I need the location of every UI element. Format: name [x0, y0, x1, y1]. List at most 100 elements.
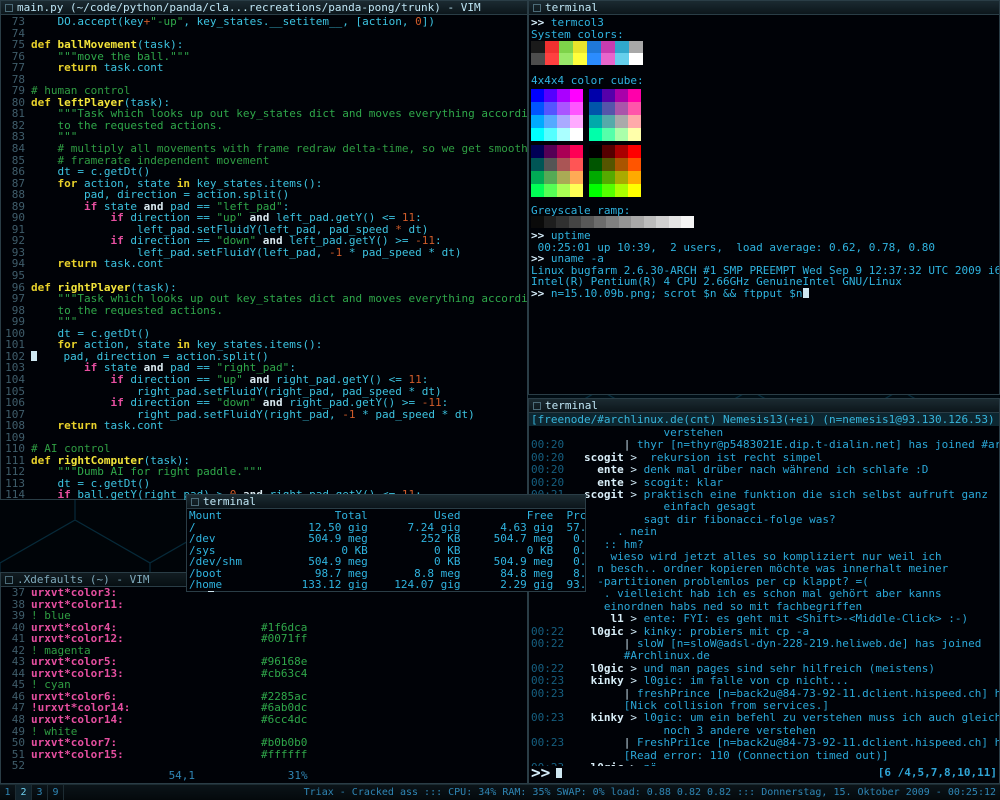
irc-timestamp	[531, 749, 571, 762]
df-rows: / 12.50 gig 7.24 gig 4.63 gig 57.9%/dev …	[189, 521, 585, 592]
window-titlebar-terminal-colors[interactable]: terminal	[529, 1, 999, 15]
vim-line-number: 41	[11, 632, 25, 646]
irc-message-text: kinky: probiers mit cp -a	[636, 624, 810, 638]
color-cube-bottom-row	[531, 144, 997, 197]
window-terminal-df[interactable]: terminal Mount Total Used Free Prcnt / 1…	[186, 494, 586, 592]
cube-cell	[602, 183, 615, 197]
window-title-text: terminal	[203, 495, 256, 508]
cube-cell	[544, 88, 557, 102]
system-colors-row-normal	[531, 41, 997, 54]
grey-step-10	[656, 216, 669, 229]
system-color-normal-2	[559, 41, 573, 54]
irc-timestamp: 00:22	[531, 636, 571, 650]
cube-cell	[602, 114, 615, 128]
cube-cell	[531, 88, 544, 102]
vim-token: DO.accept(key	[31, 15, 144, 28]
grey-step-2	[556, 216, 569, 229]
vim-line: 94 return task.cont	[3, 258, 525, 270]
cube-cell	[589, 88, 602, 102]
cube-cell	[531, 101, 544, 115]
irc-nick: l0gic	[570, 661, 624, 675]
vim-line-number: 75	[11, 38, 25, 52]
irc-timestamp: 00:23	[531, 686, 571, 700]
irc-timestamp: 00:20	[531, 475, 571, 489]
vim-token: return	[31, 257, 98, 271]
cube-cell	[570, 101, 583, 115]
cube-cell	[615, 170, 628, 184]
cube-cell	[570, 88, 583, 102]
window-titlebar-terminal-df[interactable]: terminal	[187, 495, 585, 509]
cube-cell	[570, 114, 583, 128]
irc-statusbar: [6 /4,5,7,8,10,11]	[877, 766, 997, 779]
window-icon	[5, 575, 13, 584]
xdefaults-line: 44 urxvt*color13: #cb63c4	[3, 668, 525, 680]
irc-separator: |	[570, 736, 631, 750]
irc-nick: scogit	[570, 450, 624, 464]
vim-xdefaults-buffer[interactable]: 37 urxvt*color3: 38 urxvt*color11: 39! blue 4…	[1, 587, 527, 769]
vim-line: 108 return task.cont	[3, 420, 525, 432]
window-title-text: main.py (~/code/python/panda/cla...recre…	[17, 1, 481, 14]
window-terminal-colors[interactable]: terminal >> termcol3 System colors: 4x4x…	[528, 0, 1000, 395]
grey-step-4	[581, 216, 594, 229]
cube-cell	[557, 144, 570, 158]
irc-message-text: FreshPri1ce [n=back2u@84-73-92-11.dclien…	[636, 736, 999, 750]
xdefaults-key: urxvt*color14:	[31, 713, 124, 727]
grey-step-3	[568, 216, 581, 229]
xdefaults-key: urxvt*color12:	[31, 632, 124, 646]
xdefaults-value: #ffffff	[261, 747, 308, 761]
cube-cell	[570, 183, 583, 197]
window-vim-main[interactable]: main.py (~/code/python/panda/cla...recre…	[0, 0, 528, 500]
vim-line-number: 108	[5, 419, 25, 433]
xdefaults-line: 52	[3, 760, 525, 769]
irc-message-text: scogit: klar	[636, 475, 724, 489]
system-color-bright-3	[573, 53, 587, 66]
system-color-normal-1	[545, 41, 559, 54]
vim-main-buffer[interactable]: 73 DO.accept(key+"-up", key_states.__set…	[1, 15, 527, 500]
grey-step-7	[618, 216, 631, 229]
vim-token: "-up"	[150, 15, 184, 28]
irc-separator: >	[623, 475, 637, 489]
irc-separator: >	[623, 711, 637, 725]
cube-cell	[570, 127, 583, 141]
irc-topic-bar: [freenode/#archlinux.de(cnt) Nemesis13(+…	[529, 413, 999, 426]
vim-line-number: 39	[11, 609, 25, 623]
irc-message-log[interactable]: verstehen 00:20 | thyr [n=thyr@p5483021E.…	[529, 426, 999, 766]
terminal-df-output[interactable]: Mount Total Used Free Prcnt / 12.50 gig …	[187, 509, 585, 592]
irc-nick: ente	[570, 463, 624, 477]
window-title-text: .Xdefaults (~) - VIM	[17, 573, 150, 586]
df-row: /home 133.12 gig 124.07 gig 2.29 gig 93.…	[189, 578, 585, 592]
system-color-normal-4	[587, 41, 601, 54]
taskbar-status: Triax - Cracked ass ::: CPU: 34% RAM: 35…	[303, 787, 996, 798]
cube-cell	[544, 157, 557, 171]
desktop-button-3[interactable]: 3	[32, 784, 48, 800]
color-cube-block-3	[531, 88, 583, 141]
vim-line-number: 95	[11, 269, 25, 283]
cube-cell	[615, 114, 628, 128]
window-terminal-irc[interactable]: terminal [freenode/#archlinux.de(cnt) Ne…	[528, 398, 1000, 784]
desktop-switcher[interactable]: 1239	[0, 784, 64, 800]
window-titlebar-terminal-irc[interactable]: terminal	[529, 399, 999, 413]
system-color-bright-1	[545, 53, 559, 66]
taskbar[interactable]: 1239 Triax - Cracked ass ::: CPU: 34% RA…	[0, 784, 1000, 800]
xdefaults-key: urxvt*color15:	[31, 747, 124, 761]
irc-message-text: l0gic: um ein befehl zu verstehen muss i…	[636, 711, 999, 725]
irc-message-text: sloW [n=sloW@adsl-dyn-228-219.heliweb.de…	[630, 636, 982, 650]
window-icon	[533, 401, 541, 410]
terminal-colors-output[interactable]: >> termcol3 System colors: 4x4x4 color c…	[529, 15, 999, 395]
window-icon	[191, 497, 199, 506]
irc-input-row[interactable]: >> [6 /4,5,7,8,10,11]	[531, 763, 997, 782]
desktop-button-1[interactable]: 1	[0, 784, 16, 800]
window-icon	[533, 3, 541, 12]
irc-nick: l0gic	[570, 624, 624, 638]
cube-cell	[557, 127, 570, 141]
window-titlebar-vim-main[interactable]: main.py (~/code/python/panda/cla...recre…	[1, 1, 527, 15]
vim-token: task.cont	[97, 419, 164, 433]
cube-cell	[602, 88, 615, 102]
desktop-button-9[interactable]: 9	[48, 784, 64, 800]
grey-step-8	[631, 216, 644, 229]
desktop-button-2[interactable]: 2	[16, 784, 32, 800]
window-vim-xdefaults[interactable]: .Xdefaults (~) - VIM 37 urxvt*color3: 38 ur…	[0, 572, 528, 784]
cube-cell	[589, 183, 602, 197]
irc-separator: >	[623, 488, 637, 502]
grey-step-11	[668, 216, 681, 229]
